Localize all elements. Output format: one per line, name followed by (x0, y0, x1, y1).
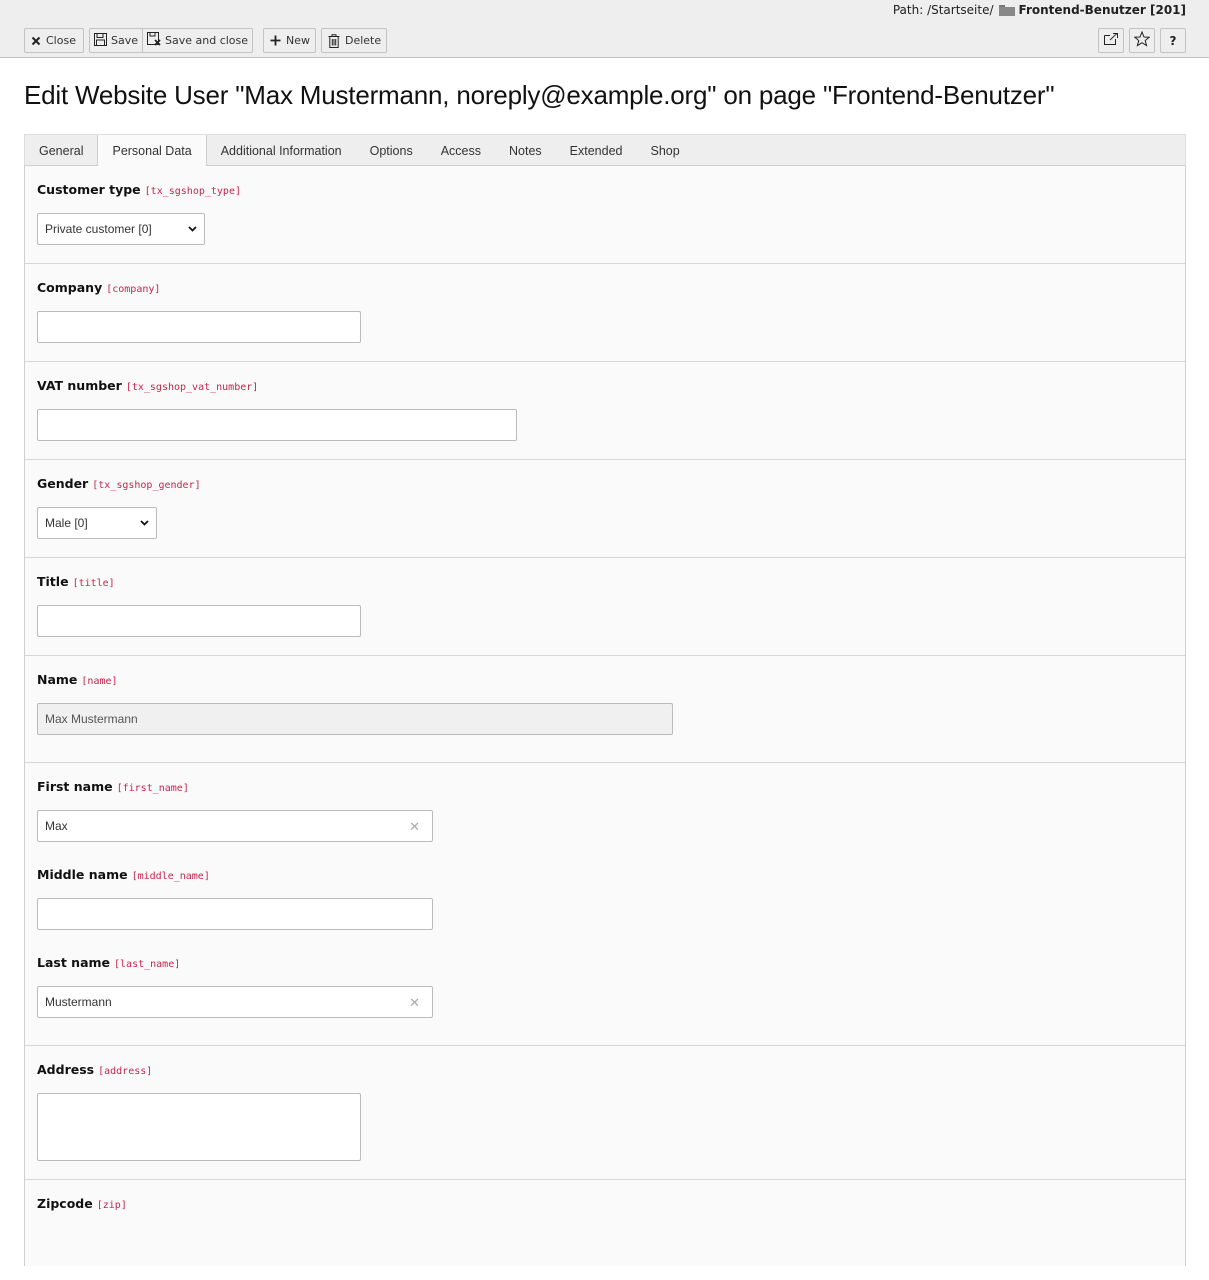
field-label: Title [title] (37, 574, 115, 589)
breadcrumb: Path: /Startseite/ Frontend-Benutzer [20… (893, 3, 1186, 17)
section-title: Title [title] (25, 558, 1185, 656)
section-customer-type: Customer type [tx_sgshop_type] Private cu… (25, 166, 1185, 264)
input-value: Max (45, 819, 68, 833)
field-db-name: [middle_name] (131, 871, 210, 882)
tab-bar: General Personal Data Additional Informa… (24, 134, 1186, 167)
save-close-icon (147, 32, 161, 49)
field-db-name: [name] (81, 676, 118, 687)
form-panel: Customer type [tx_sgshop_type] Private cu… (24, 166, 1186, 1266)
trash-icon (328, 33, 340, 48)
clear-icon[interactable]: ✕ (409, 995, 420, 1011)
save-label: Save (111, 34, 139, 47)
star-icon (1133, 30, 1151, 50)
field-label: Company [company] (37, 280, 161, 295)
page-title: Edit Website User "Max Mustermann, norep… (24, 80, 1055, 110)
tab-access[interactable]: Access (427, 135, 495, 166)
middle-name-input[interactable] (37, 898, 433, 930)
field-db-name: [zip] (96, 1200, 127, 1211)
input-value: Mustermann (45, 995, 112, 1009)
field-label: Name [name] (37, 672, 118, 687)
close-label: Close (46, 34, 76, 47)
section-gender: Gender [tx_sgshop_gender] Male [0] (25, 460, 1185, 558)
bookmark-button[interactable] (1129, 28, 1155, 53)
field-label: VAT number [tx_sgshop_vat_number] (37, 378, 259, 393)
section-address: Address [address] (25, 1046, 1185, 1180)
field-zip: Zipcode [zip] (37, 1196, 127, 1211)
field-db-name: [tx_sgshop_vat_number] (125, 382, 259, 393)
field-db-name: [tx_sgshop_gender] (92, 480, 201, 491)
field-label: First name [first_name] (37, 779, 189, 794)
customer-type-select[interactable]: Private customer [0] (37, 213, 205, 245)
section-company: Company [company] (25, 264, 1185, 362)
save-button-group: Save Save and close (89, 28, 254, 53)
field-address: Address [address] (37, 1062, 361, 1161)
folder-icon (998, 4, 1015, 16)
tab-notes[interactable]: Notes (495, 135, 556, 166)
field-db-name: [last_name] (114, 959, 181, 970)
close-button[interactable]: Close (24, 28, 84, 53)
external-link-icon (1104, 33, 1118, 48)
plus-icon (270, 35, 281, 46)
field-last-name: Last name [last_name] Mustermann ✕ (37, 955, 433, 1018)
field-label: Middle name [middle_name] (37, 867, 210, 882)
tab-additional-information[interactable]: Additional Information (207, 135, 356, 166)
page-path-title[interactable]: Frontend-Benutzer [201] (1019, 3, 1186, 17)
field-label: Last name [last_name] (37, 955, 181, 970)
field-label: Address [address] (37, 1062, 153, 1077)
section-name-parts: First name [first_name] Max ✕ Middle name… (25, 763, 1185, 1046)
help-button[interactable]: ? (1160, 28, 1186, 53)
save-and-close-label: Save and close (165, 34, 249, 47)
field-middle-name: Middle name [middle_name] (37, 867, 433, 930)
select-value: Private customer [0] (45, 222, 152, 236)
help-icon: ? (1169, 33, 1177, 48)
field-db-name: [company] (106, 284, 161, 295)
path-label: Path: /Startseite/ (892, 3, 994, 17)
field-db-name: [tx_sgshop_type] (144, 186, 241, 197)
save-icon (94, 32, 107, 49)
save-button[interactable]: Save (90, 29, 142, 52)
field-label: Gender [tx_sgshop_gender] (37, 476, 201, 491)
section-name: Name [name] Max Mustermann (25, 656, 1185, 763)
field-db-name: [title] (72, 578, 115, 589)
tab-shop[interactable]: Shop (636, 135, 693, 166)
select-value: Male [0] (45, 516, 88, 530)
close-icon (31, 36, 41, 46)
field-vat-number: VAT number [tx_sgshop_vat_number] (37, 378, 517, 441)
address-textarea[interactable] (37, 1093, 361, 1161)
field-customer-type: Customer type [tx_sgshop_type] Private cu… (37, 182, 241, 245)
doc-header: Path: /Startseite/ Frontend-Benutzer [20… (0, 0, 1209, 58)
section-zip: Zipcode [zip] (25, 1180, 1185, 1280)
field-label: Zipcode [zip] (37, 1196, 127, 1211)
field-db-name: [first_name] (116, 783, 189, 794)
field-title: Title [title] (37, 574, 361, 637)
first-name-input[interactable]: Max ✕ (37, 810, 433, 842)
vat-number-input[interactable] (37, 409, 517, 441)
new-button[interactable]: New (263, 28, 316, 53)
field-db-name: [address] (98, 1066, 153, 1077)
clear-icon[interactable]: ✕ (409, 819, 420, 835)
section-vat-number: VAT number [tx_sgshop_vat_number] (25, 362, 1185, 460)
delete-label: Delete (345, 34, 382, 47)
field-label: Customer type [tx_sgshop_type] (37, 182, 241, 197)
last-name-input[interactable]: Mustermann ✕ (37, 986, 433, 1018)
tab-options[interactable]: Options (356, 135, 427, 166)
gender-select[interactable]: Male [0] (37, 507, 157, 539)
field-name: Name [name] Max Mustermann (37, 672, 673, 735)
tab-personal-data[interactable]: Personal Data (97, 135, 207, 167)
field-first-name: First name [first_name] Max ✕ (37, 779, 433, 842)
company-input[interactable] (37, 311, 361, 343)
open-new-window-button[interactable] (1098, 28, 1124, 53)
title-input[interactable] (37, 605, 361, 637)
new-label: New (286, 34, 310, 47)
delete-button[interactable]: Delete (321, 28, 387, 53)
chevron-down-icon (188, 224, 197, 235)
name-input[interactable]: Max Mustermann (37, 703, 673, 735)
field-gender: Gender [tx_sgshop_gender] Male [0] (37, 476, 201, 539)
field-company: Company [company] (37, 280, 361, 343)
chevron-down-icon (140, 518, 149, 529)
tab-general[interactable]: General (25, 135, 97, 166)
tab-extended[interactable]: Extended (556, 135, 637, 166)
save-and-close-button[interactable]: Save and close (142, 29, 252, 52)
